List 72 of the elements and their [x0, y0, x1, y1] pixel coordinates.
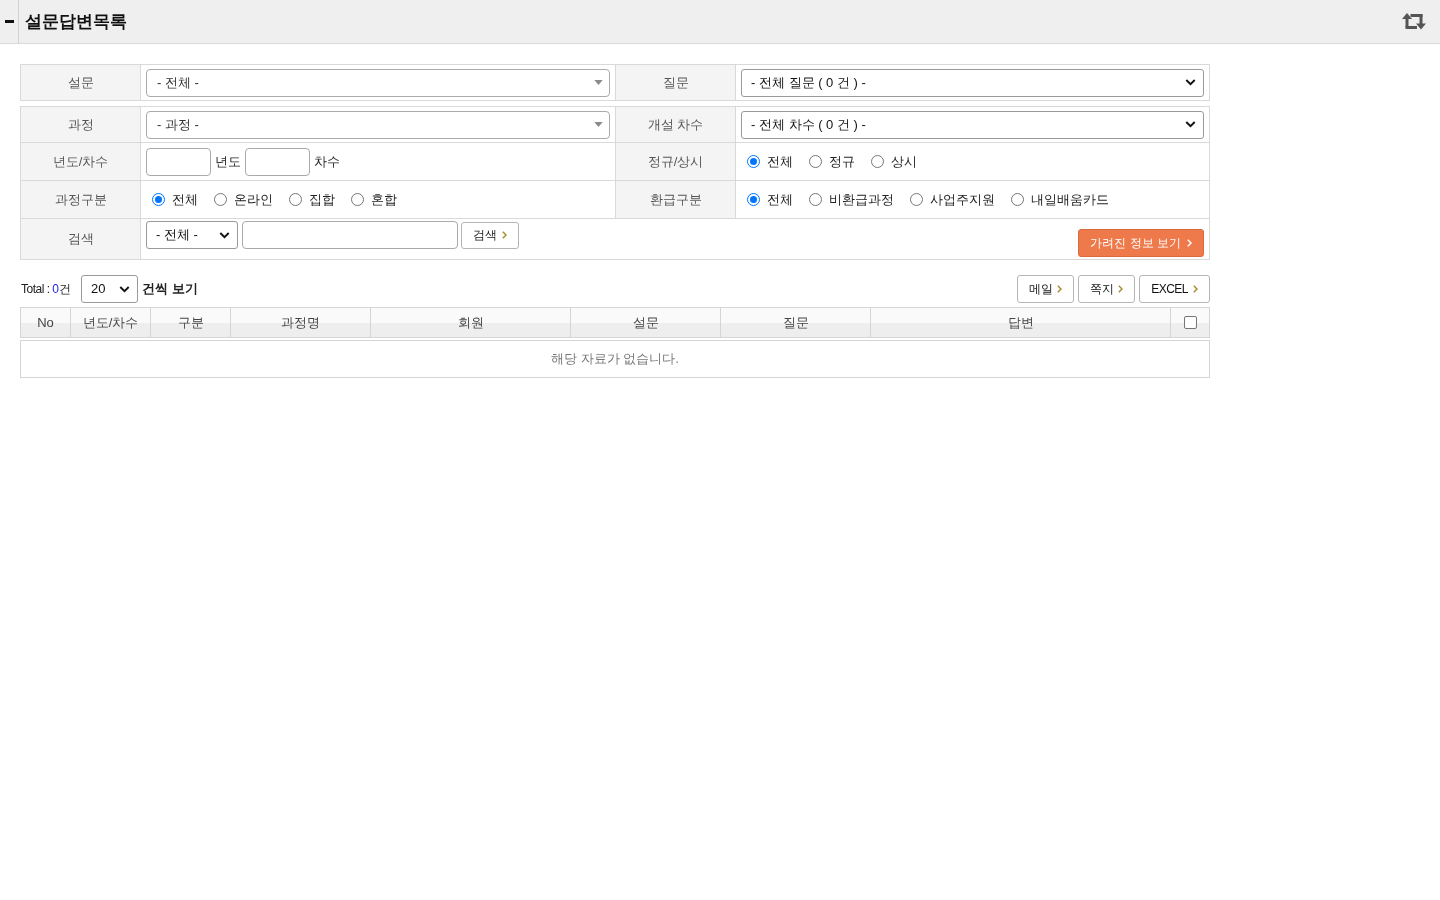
- session-select[interactable]: - 전체 차수 ( 0 건 ) -: [741, 110, 1204, 139]
- radio-button[interactable]: [289, 193, 302, 206]
- radio-button[interactable]: [871, 155, 884, 168]
- search-input[interactable]: [242, 221, 458, 249]
- chevron-right-icon: [1057, 285, 1063, 293]
- field-label: 과정구분: [54, 190, 107, 209]
- field-label: 개설 차수: [647, 115, 704, 134]
- field-label: 질문: [662, 73, 689, 92]
- session-input[interactable]: [245, 147, 310, 176]
- survey-select[interactable]: - 전체 -: [146, 68, 610, 97]
- chevron-down-icon: [1185, 121, 1196, 128]
- action-button[interactable]: 메일: [1017, 275, 1075, 303]
- field-label: 검색: [67, 230, 94, 249]
- caret-down-icon: [594, 80, 603, 85]
- field-label: 설문: [67, 73, 94, 92]
- course-select[interactable]: - 과정 -: [146, 110, 610, 139]
- radio-label: 집합: [309, 190, 335, 209]
- radio-button[interactable]: [1011, 193, 1024, 206]
- radio-button[interactable]: [214, 193, 227, 206]
- question-select[interactable]: - 전체 질문 ( 0 건 ) -: [741, 68, 1204, 97]
- radio-label: 상시: [891, 152, 917, 171]
- column-header: 회원: [457, 313, 484, 332]
- chevron-down-icon: [1185, 79, 1196, 86]
- unit-label: 년도: [215, 152, 241, 171]
- action-button[interactable]: 쪽지: [1078, 275, 1136, 303]
- column-header: 답변: [1007, 313, 1034, 332]
- column-header: No: [37, 313, 54, 332]
- refresh-icon[interactable]: [1402, 13, 1426, 30]
- minus-icon: [4, 20, 14, 23]
- radio-button[interactable]: [747, 155, 760, 168]
- radio-label: 정규: [829, 152, 855, 171]
- column-header: 구분: [177, 313, 204, 332]
- action-button[interactable]: EXCEL: [1139, 275, 1210, 303]
- radio-button[interactable]: [152, 193, 165, 206]
- column-header: 설문: [632, 313, 659, 332]
- radio-label: 혼합: [371, 190, 397, 209]
- radio-label: 내일배움카드: [1031, 190, 1109, 209]
- radio-button[interactable]: [809, 155, 822, 168]
- radio-button[interactable]: [747, 193, 760, 206]
- caret-down-icon: [594, 122, 603, 127]
- radio-label: 온라인: [234, 190, 273, 209]
- column-header: 질문: [782, 313, 809, 332]
- select-all-checkbox[interactable]: [1183, 316, 1197, 329]
- radio-label: 비환급과정: [829, 190, 894, 209]
- empty-message: 해당 자료가 없습니다.: [551, 350, 679, 369]
- page-size-label: 건씩 보기: [142, 280, 198, 299]
- radio-button[interactable]: [910, 193, 923, 206]
- search-scope-select[interactable]: - 전체 -: [146, 221, 238, 249]
- unit-label: 차수: [314, 152, 340, 171]
- chevron-right-icon: [1187, 239, 1192, 247]
- column-header: 과정명: [281, 313, 320, 332]
- field-label: 년도/차수: [52, 152, 109, 171]
- chevron-down-icon: [219, 231, 230, 239]
- year-input[interactable]: [146, 147, 211, 176]
- page-title: 설문답변목록: [25, 10, 127, 33]
- radio-button[interactable]: [809, 193, 822, 206]
- chevron-right-icon: [1193, 285, 1198, 293]
- field-label: 정규/상시: [647, 152, 704, 171]
- radio-button[interactable]: [351, 193, 364, 206]
- chevron-right-icon: [1118, 285, 1124, 293]
- radio-label: 전체: [767, 190, 793, 209]
- field-label: 과정: [67, 115, 94, 134]
- radio-label: 전체: [767, 152, 793, 171]
- field-label: 환급구분: [649, 190, 702, 209]
- search-button[interactable]: 검색: [461, 221, 519, 249]
- page-size-select[interactable]: 20: [81, 275, 139, 303]
- column-header: 년도/차수: [82, 313, 139, 332]
- chevron-down-icon: [119, 285, 131, 293]
- radio-label: 전체: [172, 190, 198, 209]
- total-count: Total : 0건: [21, 281, 71, 298]
- radio-label: 사업주지원: [930, 190, 995, 209]
- chevron-right-icon: [502, 231, 507, 239]
